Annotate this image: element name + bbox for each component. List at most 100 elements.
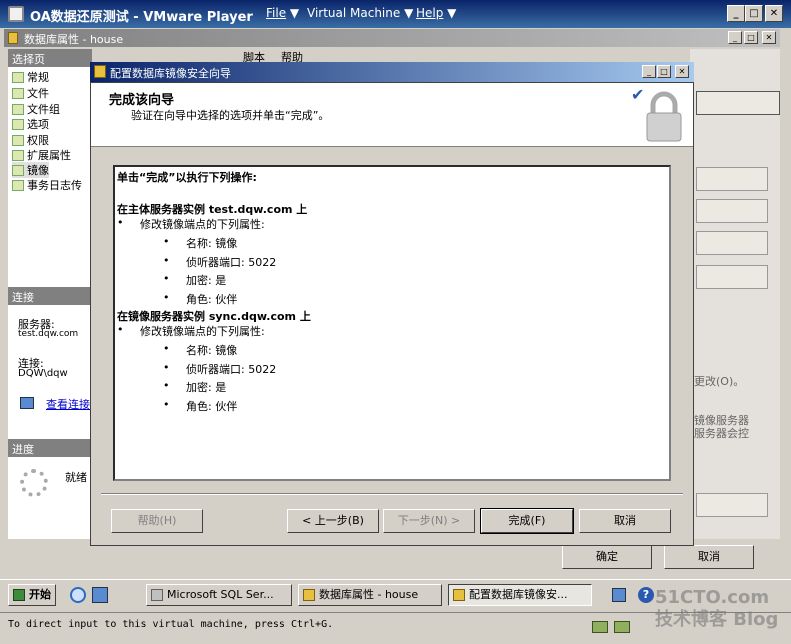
- taskbar-item-sql[interactable]: Microsoft SQL Ser...: [146, 584, 292, 606]
- wizard-title-bar: 配置数据库镜像安全向导 _ □ ✕: [90, 62, 694, 82]
- tray-help-icon[interactable]: ?: [638, 587, 654, 603]
- server-value: test.dqw.com: [18, 329, 79, 339]
- vmware-title-bar: OA数据还原测试 - VMware Player File ▼ Virtual …: [0, 0, 791, 28]
- wizard-next-button[interactable]: 下一步(N) >: [383, 509, 475, 533]
- page-icon: [12, 134, 24, 146]
- page-icon: [12, 164, 24, 176]
- mirror-modify: 修改镜像端点的下列属性:: [140, 325, 265, 338]
- summary-intro: 单击“完成”以执行下列操作:: [117, 171, 257, 184]
- menu-help[interactable]: Help ▼: [416, 6, 456, 20]
- database-icon: [8, 32, 18, 44]
- ghost-text-3: 服务器会控: [694, 427, 749, 440]
- windows-logo-icon: [13, 589, 25, 601]
- taskbar-item-wizard[interactable]: 配置数据库镜像安...: [448, 584, 592, 606]
- bullet-dot: •: [163, 254, 170, 267]
- principal-header: 在主体服务器实例 test.dqw.com 上: [117, 203, 308, 216]
- sql-server-icon: [151, 589, 163, 601]
- page-icon: [12, 118, 24, 130]
- tray-network-icon[interactable]: [612, 588, 626, 602]
- ghost-button-3: [696, 199, 768, 223]
- bullet-dot: •: [163, 379, 170, 392]
- mirror-prop-name: 名称: 镜像: [186, 344, 238, 357]
- wizard-header: 完成该向导 验证在向导中选择的选项并单击“完成”。 ✔: [91, 83, 693, 147]
- page-icon: [12, 103, 24, 115]
- db-close-button[interactable]: ✕: [762, 31, 776, 44]
- summary-box: 单击“完成”以执行下列操作: 在主体服务器实例 test.dqw.com 上 •…: [113, 165, 671, 481]
- mirror-prop-encryption: 加密: 是: [186, 381, 227, 394]
- principal-prop-port: 侦听器端口: 5022: [186, 256, 277, 269]
- page-icon: [12, 179, 24, 191]
- wizard-back-button[interactable]: < 上一步(B): [287, 509, 379, 533]
- db-toolbar: 脚本 帮助: [225, 49, 305, 64]
- mirror-header: 在镜像服务器实例 sync.dqw.com 上: [117, 310, 311, 323]
- ghost-text-1: 更改(O)。: [694, 375, 745, 388]
- principal-prop-encryption: 加密: 是: [186, 274, 227, 287]
- page-icon: [12, 149, 24, 161]
- page-log-shipping[interactable]: 事务日志传: [12, 177, 82, 193]
- status-text: To direct input to this virtual machine,…: [8, 619, 334, 630]
- page-general[interactable]: 常规: [12, 69, 49, 85]
- page-mirroring[interactable]: 镜像: [12, 162, 49, 178]
- page-filegroups[interactable]: 文件组: [12, 101, 60, 117]
- minimize-button[interactable]: _: [727, 5, 745, 22]
- page-icon: [12, 87, 24, 99]
- wizard-button-separator: [101, 493, 683, 495]
- window-title: OA数据还原测试 - VMware Player: [30, 10, 253, 25]
- principal-modify: 修改镜像端点的下列属性:: [140, 218, 265, 231]
- principal-bullet: •: [117, 216, 124, 229]
- wizard-subheading: 验证在向导中选择的选项并单击“完成”。: [131, 109, 330, 122]
- select-page-panel: 选择页 常规 文件 文件组 选项 权限 扩展属性 镜像 事务日志传 连接 服务器…: [8, 49, 92, 539]
- mirror-prop-port: 侦听器端口: 5022: [186, 363, 277, 376]
- db-dialog-title-bar: 数据库属性 - house _ □ ✕: [4, 29, 780, 47]
- progress-status: 就绪: [65, 471, 87, 484]
- menu-virtual-machine[interactable]: Virtual Machine ▼: [307, 6, 413, 20]
- wizard-close-button[interactable]: ✕: [675, 65, 689, 78]
- page-options[interactable]: 选项: [12, 116, 49, 132]
- ghost-button-1: [696, 91, 780, 115]
- watermark: 51CTO.com 技术博客 Blog: [655, 587, 779, 630]
- desktop-icon[interactable]: [92, 587, 108, 603]
- vmware-logo-icon: [8, 6, 24, 22]
- db-properties-content: 更改(O)。 镜像服务器 服务器会控: [690, 49, 780, 539]
- select-page-header: 选择页: [8, 49, 92, 67]
- device-icon[interactable]: [592, 621, 608, 633]
- ghost-button-2: [696, 167, 768, 191]
- wizard-maximize-button[interactable]: □: [657, 65, 671, 78]
- ghost-button-6: [696, 493, 768, 517]
- close-button[interactable]: ✕: [765, 5, 783, 22]
- wizard-cancel-button[interactable]: 取消: [579, 509, 671, 533]
- padlock-icon: [646, 91, 682, 142]
- connection-icon: [20, 397, 34, 409]
- bullet-dot: •: [163, 272, 170, 285]
- view-connection-link[interactable]: 查看连接: [46, 396, 90, 412]
- mirror-prop-role: 角色: 伙伴: [186, 400, 238, 413]
- wizard-finish-button[interactable]: 完成(F): [480, 508, 574, 534]
- ghost-button-4: [696, 231, 768, 255]
- maximize-button[interactable]: □: [745, 5, 763, 22]
- page-extended-properties[interactable]: 扩展属性: [12, 147, 71, 163]
- bullet-dot: •: [163, 342, 170, 355]
- bullet-dot: •: [163, 235, 170, 248]
- menu-file[interactable]: File ▼: [266, 6, 299, 20]
- wizard-icon: [453, 589, 465, 601]
- page-permissions[interactable]: 权限: [12, 132, 49, 148]
- page-files[interactable]: 文件: [12, 85, 49, 101]
- database-icon: [303, 589, 315, 601]
- connection-value: DQW\dqw: [18, 368, 68, 379]
- principal-prop-role: 角色: 伙伴: [186, 293, 238, 306]
- start-button[interactable]: 开始: [8, 584, 56, 606]
- wizard-minimize-button[interactable]: _: [642, 65, 656, 78]
- principal-prop-name: 名称: 镜像: [186, 237, 238, 250]
- wizard-help-button[interactable]: 帮助(H): [111, 509, 203, 533]
- ie-icon[interactable]: [70, 587, 86, 603]
- db-ok-button[interactable]: 确定: [562, 545, 652, 569]
- db-minimize-button[interactable]: _: [728, 31, 742, 44]
- device-icon[interactable]: [614, 621, 630, 633]
- db-dialog-title: 数据库属性 - house: [24, 33, 124, 46]
- db-maximize-button[interactable]: □: [744, 31, 758, 44]
- taskbar-item-db-properties[interactable]: 数据库属性 - house: [298, 584, 442, 606]
- ghost-button-5: [696, 265, 768, 289]
- db-cancel-button[interactable]: 取消: [664, 545, 754, 569]
- wizard-title: 配置数据库镜像安全向导: [110, 67, 231, 80]
- progress-spinner-icon: [20, 469, 48, 497]
